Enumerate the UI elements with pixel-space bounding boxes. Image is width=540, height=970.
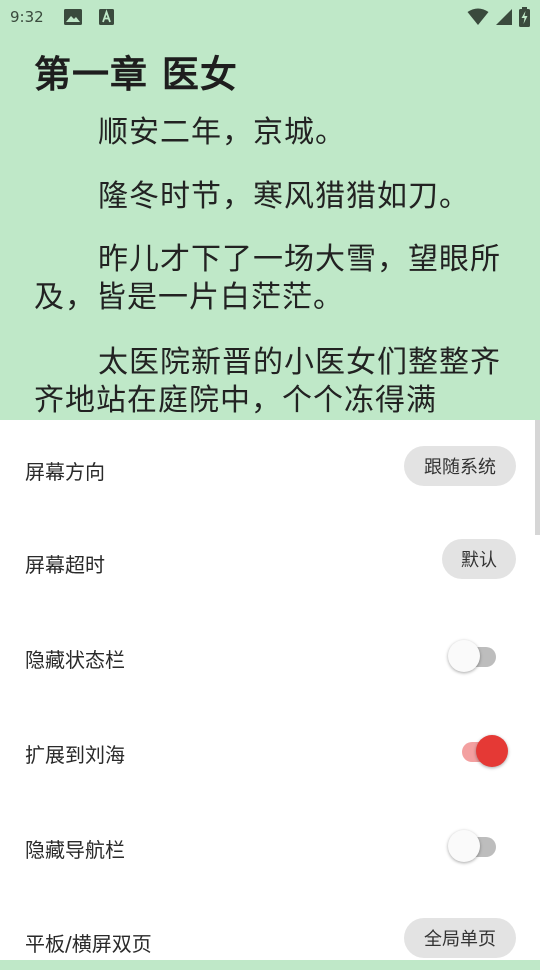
setting-label: 扩展到刘海 [25, 743, 125, 767]
status-bar: 9:32 [0, 0, 540, 36]
setting-label: 隐藏导航栏 [25, 838, 125, 862]
status-time: 9:32 [10, 8, 44, 26]
extend-to-notch-toggle[interactable] [456, 735, 512, 767]
battery-charging-icon [519, 7, 530, 27]
paragraph: 隆冬时节，寒风猎猎如刀。 [98, 179, 470, 214]
wifi-icon [467, 8, 489, 25]
setting-label: 平板/横屏双页 [25, 932, 152, 956]
setting-extend-to-notch[interactable]: 扩展到刘海 [0, 721, 540, 781]
paragraph: 昨儿才下了一场大雪，望眼所及，皆是一片白茫茫。 [34, 242, 501, 315]
tablet-double-page-select[interactable]: 全局单页 [404, 918, 516, 958]
setting-screen-orientation[interactable]: 屏幕方向 跟随系统 [0, 438, 540, 498]
signal-icon [496, 9, 512, 25]
setting-hide-nav-bar[interactable]: 隐藏导航栏 [0, 816, 540, 876]
chapter-title: 第一章 医女 [34, 53, 238, 96]
setting-hide-status-bar[interactable]: 隐藏状态栏 [0, 626, 540, 686]
screen-orientation-select[interactable]: 跟随系统 [404, 446, 516, 486]
hide-status-bar-toggle[interactable] [448, 640, 504, 672]
hide-nav-bar-toggle[interactable] [448, 830, 504, 862]
a-letter-icon [99, 9, 114, 25]
setting-label: 隐藏状态栏 [25, 648, 125, 672]
setting-screen-timeout[interactable]: 屏幕超时 默认 [0, 531, 540, 591]
toggle-thumb [448, 640, 480, 672]
reader-content[interactable]: 第一章 医女 顺安二年，京城。 隆冬时节，寒风猎猎如刀。 昨儿才下了一场大雪，望… [0, 36, 540, 420]
settings-sheet: 屏幕方向 跟随系统 屏幕超时 默认 隐藏状态栏 扩展到刘海 隐藏导航栏 平板/横… [0, 420, 540, 960]
setting-tablet-double-page[interactable]: 平板/横屏双页 全局单页 [0, 910, 540, 970]
paragraph: 太医院新晋的小医女们整整齐齐地站在庭院中，个个冻得满 [34, 345, 501, 418]
setting-label: 屏幕方向 [25, 460, 105, 484]
image-icon [64, 9, 82, 25]
screen-timeout-select[interactable]: 默认 [442, 539, 516, 579]
toggle-thumb [476, 735, 508, 767]
paragraph: 顺安二年，京城。 [98, 115, 346, 150]
setting-label: 屏幕超时 [25, 553, 105, 577]
toggle-thumb [448, 830, 480, 862]
